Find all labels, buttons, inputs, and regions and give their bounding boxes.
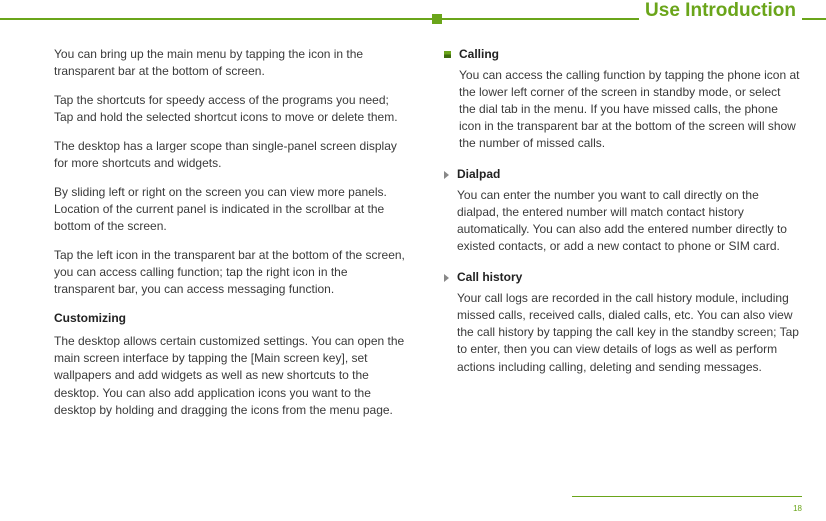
customizing-body: The desktop allows certain customized se…	[54, 333, 410, 418]
section-dialpad: Dialpad You can enter the number you wan…	[444, 166, 800, 267]
footer-rule	[572, 496, 802, 498]
section-call-history: Call history Your call logs are recorded…	[444, 269, 800, 387]
triangle-bullet-icon	[444, 171, 449, 179]
content-columns: You can bring up the main menu by tappin…	[0, 26, 826, 431]
square-bullet-icon	[444, 51, 451, 58]
section-title: Calling	[459, 46, 800, 63]
page-title: Use Introduction	[639, 0, 802, 22]
triangle-bullet-icon	[444, 274, 449, 282]
right-column: Calling You can access the calling funct…	[444, 46, 800, 431]
section-body: Dialpad You can enter the number you wan…	[457, 166, 800, 267]
intro-paragraph: You can bring up the main menu by tappin…	[54, 46, 410, 80]
intro-paragraph: Tap the left icon in the transparent bar…	[54, 247, 410, 298]
section-calling: Calling You can access the calling funct…	[444, 46, 800, 164]
intro-paragraph: The desktop has a larger scope than sing…	[54, 138, 410, 172]
intro-paragraph: Tap the shortcuts for speedy access of t…	[54, 92, 410, 126]
page-header: Use Introduction	[0, 0, 826, 26]
section-text: You can access the calling function by t…	[459, 67, 800, 152]
page-number: 18	[793, 504, 802, 513]
left-column: You can bring up the main menu by tappin…	[54, 46, 410, 431]
customizing-heading: Customizing	[54, 310, 410, 327]
section-text: Your call logs are recorded in the call …	[457, 290, 800, 375]
section-text: You can enter the number you want to cal…	[457, 187, 800, 255]
section-title: Dialpad	[457, 166, 800, 183]
section-body: Call history Your call logs are recorded…	[457, 269, 800, 387]
intro-paragraph: By sliding left or right on the screen y…	[54, 184, 410, 235]
section-body: Calling You can access the calling funct…	[459, 46, 800, 164]
section-title: Call history	[457, 269, 800, 286]
header-tick-icon	[432, 14, 442, 24]
